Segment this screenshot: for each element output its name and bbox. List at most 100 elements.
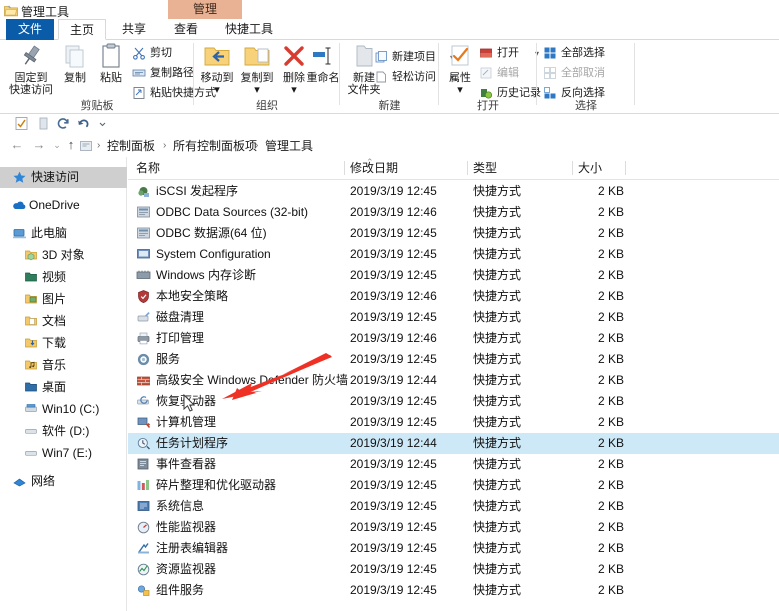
- sidebar-item-label: 图片: [42, 292, 67, 306]
- pin-to-quick-access-button[interactable]: 固定到 快速访问: [6, 42, 56, 96]
- drive-system-icon: [24, 402, 39, 417]
- move-to-button[interactable]: 移动到 ▾: [198, 42, 236, 96]
- sidebar-item-desktop[interactable]: 桌面: [0, 377, 127, 398]
- table-row[interactable]: ODBC Data Sources (32-bit) 2019/3/19 12:4…: [128, 202, 779, 223]
- properties-check-icon[interactable]: [14, 116, 29, 131]
- sidebar-item-label: 此电脑: [31, 226, 68, 240]
- table-row[interactable]: System Configuration 2019/3/19 12:45 快捷方式 2…: [128, 244, 779, 265]
- table-row[interactable]: 性能监视器 2019/3/19 12:45 快捷方式 2 KB: [128, 517, 779, 538]
- sidebar-item-software-d[interactable]: 软件 (D:): [0, 421, 127, 442]
- table-row[interactable]: 资源监视器 2019/3/19 12:45 快捷方式 2 KB: [128, 559, 779, 580]
- file-name-cell: 资源监视器: [156, 562, 217, 576]
- sidebar-item-win7-e[interactable]: Win7 (E:): [0, 443, 127, 464]
- breadcrumb[interactable]: › 控制面板 › 所有控制面板项 › 管理工具: [74, 135, 774, 155]
- breadcrumb-separator[interactable]: ›: [97, 138, 100, 154]
- sidebar-item-this-pc[interactable]: 此电脑: [0, 223, 127, 244]
- chevron-down-icon[interactable]: ▾: [198, 84, 236, 96]
- new-folder-icon[interactable]: [36, 116, 51, 131]
- sidebar-item-network[interactable]: 网络: [0, 471, 127, 492]
- file-name-cell: Windows 内存诊断: [156, 268, 257, 282]
- contextual-tab-header[interactable]: 管理: [168, 0, 242, 19]
- chevron-down-icon[interactable]: [97, 116, 108, 131]
- table-row[interactable]: 打印管理 2019/3/19 12:46 快捷方式 2 KB: [128, 328, 779, 349]
- pin-button-label-2: 快速访问: [9, 84, 53, 96]
- table-row[interactable]: 组件服务 2019/3/19 12:45 快捷方式 2 KB: [128, 580, 779, 601]
- tab-view[interactable]: 查看: [162, 19, 210, 40]
- file-date-cell: 2019/3/19 12:46: [350, 289, 437, 303]
- table-row[interactable]: 恢复驱动器2019/3/19 12:45快捷方式2 KB: [128, 391, 779, 412]
- network-icon: [12, 474, 27, 489]
- file-date-cell: 2019/3/19 12:45: [350, 310, 437, 324]
- msconfig-icon: [136, 247, 151, 262]
- copy-icon: [58, 42, 92, 72]
- file-type-cell: 快捷方式: [473, 583, 522, 597]
- paste-button[interactable]: 粘贴: [94, 42, 128, 84]
- sidebar-item-documents[interactable]: 文档: [0, 311, 127, 332]
- column-name[interactable]: 名称: [136, 157, 160, 179]
- undo-icon[interactable]: [76, 116, 91, 131]
- column-date-modified[interactable]: 修改日期: [350, 157, 398, 179]
- sidebar-item-3d-objects[interactable]: 3D 对象: [0, 245, 127, 266]
- copy-to-button[interactable]: 复制到 ▾: [238, 42, 276, 96]
- sidebar-item-music[interactable]: 音乐: [0, 355, 127, 376]
- tab-home[interactable]: 主页: [58, 19, 106, 40]
- tab-shortcut-tools[interactable]: 快捷工具: [214, 19, 284, 40]
- breadcrumb-separator[interactable]: ›: [163, 138, 166, 154]
- resource-monitor-icon: [136, 562, 151, 577]
- memory-diagnostic-icon: [136, 268, 151, 283]
- forward-button[interactable]: →: [30, 136, 48, 154]
- table-row[interactable]: ODBC 数据源(64 位) 2019/3/19 12:45 快捷方式 2 KB: [128, 223, 779, 244]
- group-separator: [634, 43, 635, 105]
- table-row[interactable]: iSCSI 发起程序 2019/3/19 12:45 快捷方式 2 KB: [128, 181, 779, 202]
- sidebar-item-downloads[interactable]: 下载: [0, 333, 127, 354]
- breadcrumb-item-1[interactable]: 所有控制面板项: [173, 138, 257, 154]
- breadcrumb-item-2[interactable]: 管理工具: [265, 138, 313, 154]
- computer-icon: [12, 226, 27, 241]
- sidebar-item-quick-access[interactable]: 快速访问: [0, 167, 127, 188]
- column-type[interactable]: 类型: [473, 157, 497, 179]
- sidebar-item-label: 软件 (D:): [42, 424, 90, 438]
- table-row[interactable]: Windows 内存诊断 2019/3/19 12:45 快捷方式 2 KB: [128, 265, 779, 286]
- table-row[interactable]: 系统信息 2019/3/19 12:45 快捷方式 2 KB: [128, 496, 779, 517]
- paste-button-label: 粘贴: [100, 72, 122, 84]
- column-separator[interactable]: [344, 161, 345, 175]
- tab-share[interactable]: 共享: [110, 19, 158, 40]
- column-size[interactable]: 大小: [578, 157, 602, 179]
- file-date-cell: 2019/3/19 12:45: [350, 226, 437, 240]
- sidebar-item-onedrive[interactable]: OneDrive: [0, 195, 127, 216]
- file-type-cell: 快捷方式: [473, 247, 522, 261]
- chevron-down-icon[interactable]: ▾: [238, 84, 276, 96]
- properties-button[interactable]: 属性 ▾: [443, 42, 477, 96]
- chevron-down-icon[interactable]: ▾: [278, 84, 310, 96]
- table-row[interactable]: 任务计划程序 2019/3/19 12:44 快捷方式 2 KB: [128, 433, 779, 454]
- table-row[interactable]: 注册表编辑器 2019/3/19 12:45 快捷方式 2 KB: [128, 538, 779, 559]
- column-separator[interactable]: [467, 161, 468, 175]
- table-row[interactable]: 磁盘清理 2019/3/19 12:45 快捷方式 2 KB: [128, 307, 779, 328]
- file-size-cell: 2 KB: [597, 373, 624, 387]
- table-row[interactable]: 计算机管理 2019/3/19 12:45 快捷方式 2 KB: [128, 412, 779, 433]
- tab-file[interactable]: 文件: [6, 19, 54, 40]
- sidebar-item-videos[interactable]: 视频: [0, 267, 127, 288]
- table-row[interactable]: 服务 2019/3/19 12:45 快捷方式 2 KB: [128, 349, 779, 370]
- table-row[interactable]: 碎片整理和优化驱动器 2019/3/19 12:45 快捷方式 2 KB: [128, 475, 779, 496]
- sidebar-item-label: OneDrive: [29, 198, 80, 212]
- back-button[interactable]: ←: [8, 136, 26, 154]
- breadcrumb-item-0[interactable]: 控制面板: [107, 138, 155, 154]
- sidebar-item-pictures[interactable]: 图片: [0, 289, 127, 310]
- services-icon: [136, 352, 151, 367]
- rename-button[interactable]: 重命名: [306, 42, 340, 84]
- copy-button[interactable]: 复制: [58, 42, 92, 84]
- table-row[interactable]: 事件查看器 2019/3/19 12:45 快捷方式 2 KB: [128, 454, 779, 475]
- folder-desktop-icon: [24, 380, 39, 395]
- new-item-button-label: 新建项目: [392, 51, 436, 63]
- table-row[interactable]: 高级安全 Windows Defender 防火墙 2019/3/19 12:44…: [128, 370, 779, 391]
- chevron-down-icon[interactable]: ▾: [443, 84, 477, 96]
- file-date-cell: 2019/3/19 12:45: [350, 583, 437, 597]
- file-list[interactable]: iSCSI 发起程序 2019/3/19 12:45 快捷方式 2 KB ODBC Da…: [128, 181, 779, 611]
- sidebar-item-win10-c[interactable]: Win10 (C:): [0, 399, 127, 420]
- column-separator[interactable]: [572, 161, 573, 175]
- column-separator[interactable]: [625, 161, 626, 175]
- breadcrumb-separator[interactable]: ›: [255, 138, 258, 154]
- redo-icon[interactable]: [56, 116, 71, 131]
- table-row[interactable]: 本地安全策略 2019/3/19 12:46 快捷方式 2 KB: [128, 286, 779, 307]
